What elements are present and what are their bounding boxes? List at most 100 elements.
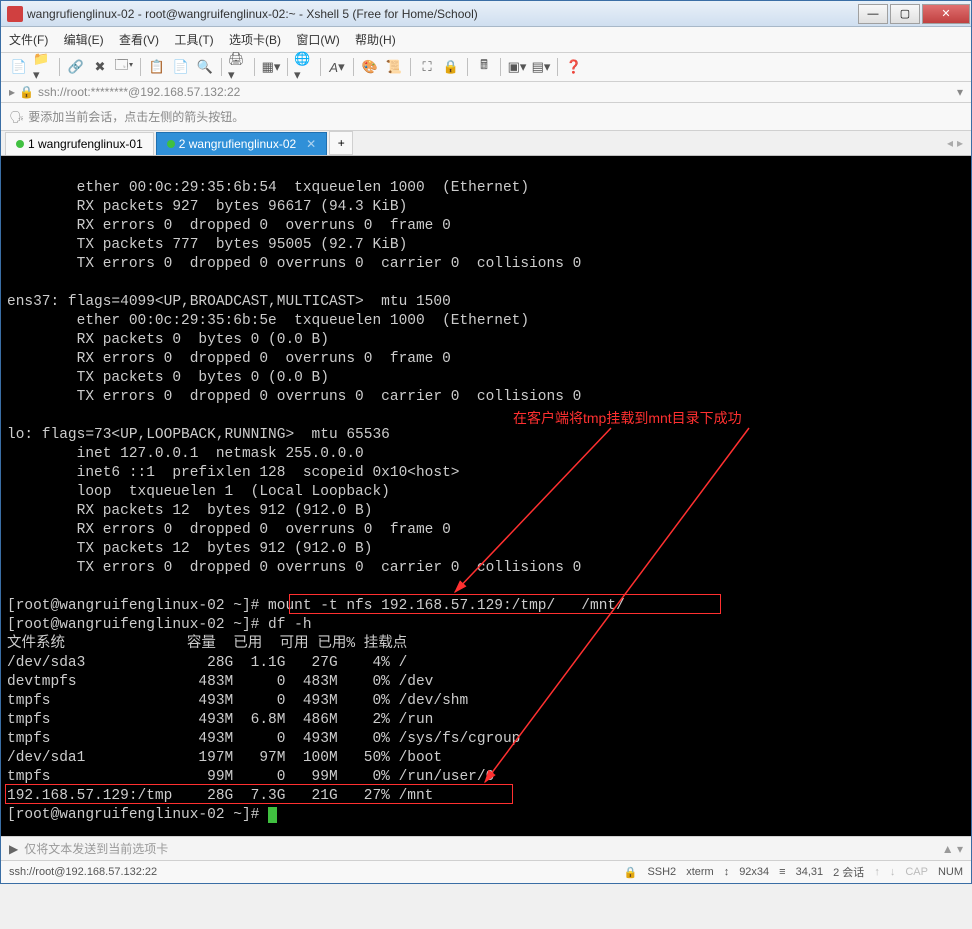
color-icon[interactable]: 🎨: [360, 57, 380, 77]
terminal-line: ether 00:0c:29:35:6b:5e txqueuelen 1000 …: [7, 313, 529, 329]
tab-session-2[interactable]: 2 wangrufienglinux-02 ✕: [156, 132, 327, 155]
tab-prev-icon[interactable]: ◂: [947, 136, 953, 150]
status-ssh-icon: 🔒: [624, 866, 638, 879]
terminal-line: RX packets 0 bytes 0 (0.0 B): [7, 332, 329, 348]
properties-icon[interactable]: 🗔▾: [114, 57, 134, 77]
status-dot-icon: [16, 140, 24, 148]
session-add-icon[interactable]: ▸: [9, 85, 15, 99]
window-title: wangrufienglinux-02 - root@wangruifengli…: [27, 7, 857, 21]
status-term: xterm: [686, 866, 714, 878]
status-connection: ssh://root@192.168.57.132:22: [9, 866, 157, 878]
terminal-line: [root@wangruifenglinux-02 ~]# df -h: [7, 617, 312, 633]
send-dropdown-icon[interactable]: ▲ ▾: [942, 842, 963, 856]
disconnect-icon[interactable]: ✖: [90, 57, 110, 77]
status-dot-icon: [167, 140, 175, 148]
app-icon: [7, 6, 23, 22]
info-icon: 🗣: [9, 110, 24, 124]
find-icon[interactable]: 🔍: [195, 57, 215, 77]
lock-icon: 🔒: [19, 85, 34, 99]
new-session-icon[interactable]: 📄: [9, 57, 29, 77]
info-text: 要添加当前会话，点击左侧的箭头按钮。: [28, 108, 244, 125]
tabbar: 1 wangrufenglinux-01 2 wangrufienglinux-…: [1, 131, 971, 156]
terminal-line: 192.168.57.129:/tmp 28G 7.3G 21G 27% /mn…: [7, 788, 433, 804]
menu-help[interactable]: 帮助(H): [355, 33, 396, 47]
status-sessions: 2 会话: [833, 864, 864, 880]
menubar: 文件(F) 编辑(E) 查看(V) 工具(T) 选项卡(B) 窗口(W) 帮助(…: [1, 27, 971, 53]
status-cap: CAP: [905, 866, 928, 878]
address-text[interactable]: ssh://root:********@192.168.57.132:22: [38, 85, 957, 99]
terminal[interactable]: ether 00:0c:29:35:6b:54 txqueuelen 1000 …: [1, 156, 971, 836]
tab-close-icon[interactable]: ✕: [306, 137, 316, 151]
statusbar: ssh://root@192.168.57.132:22 🔒 SSH2 xter…: [1, 860, 971, 883]
terminal-line: RX errors 0 dropped 0 overruns 0 frame 0: [7, 218, 451, 234]
cursor: [268, 807, 277, 823]
close-button[interactable]: ✕: [922, 4, 970, 24]
titlebar[interactable]: wangrufienglinux-02 - root@wangruifengli…: [1, 1, 971, 27]
menu-file[interactable]: 文件(F): [9, 33, 48, 47]
menu-edit[interactable]: 编辑(E): [64, 33, 104, 47]
terminal-line: tmpfs 493M 0 493M 0% /dev/shm: [7, 693, 468, 709]
terminal-line: ens37: flags=4099<UP,BROADCAST,MULTICAST…: [7, 294, 451, 310]
terminal-line: tmpfs 493M 6.8M 486M 2% /run: [7, 712, 433, 728]
terminal-line: [root@wangruifenglinux-02 ~]# mount -t n…: [7, 598, 625, 614]
paste-icon[interactable]: 📄: [171, 57, 191, 77]
terminal-line: RX packets 927 bytes 96617 (94.3 KiB): [7, 199, 407, 215]
status-up-icon[interactable]: ↑: [874, 866, 880, 878]
copy-icon[interactable]: 📋: [147, 57, 167, 77]
layout-icon[interactable]: ▦▾: [261, 57, 281, 77]
toolbar: 📄 📁▾ 🔗 ✖ 🗔▾ 📋 📄 🔍 🖨▾ ▦▾ 🌐▾ A▾ 🎨 📜 ⛶ 🔒 🖩 …: [1, 53, 971, 82]
terminal-line: RX errors 0 dropped 0 overruns 0 frame 0: [7, 351, 451, 367]
address-dropdown-icon[interactable]: ▾: [957, 85, 963, 99]
globe-icon[interactable]: 🌐▾: [294, 57, 314, 77]
infobar: 🗣 要添加当前会话，点击左侧的箭头按钮。: [1, 103, 971, 131]
status-size: 92x34: [739, 866, 769, 878]
tab-session-1[interactable]: 1 wangrufenglinux-01: [5, 132, 154, 155]
status-down-icon[interactable]: ↓: [890, 866, 896, 878]
terminal-line: TX packets 12 bytes 912 (912.0 B): [7, 541, 372, 557]
terminal-line: inet6 ::1 prefixlen 128 scopeid 0x10<hos…: [7, 465, 459, 481]
tab-next-icon[interactable]: ▸: [957, 136, 963, 150]
open-icon[interactable]: 📁▾: [33, 57, 53, 77]
send-icon[interactable]: ▶: [9, 842, 18, 856]
terminal-line: TX packets 777 bytes 95005 (92.7 KiB): [7, 237, 407, 253]
terminal-line: /dev/sda3 28G 1.1G 27G 4% /: [7, 655, 407, 671]
tab-label: 1 wangrufenglinux-01: [28, 137, 143, 151]
terminal-line: RX packets 12 bytes 912 (912.0 B): [7, 503, 372, 519]
terminal-line: /dev/sda1 197M 97M 100M 50% /boot: [7, 750, 442, 766]
menu-tools[interactable]: 工具(T): [174, 33, 213, 47]
calc-icon[interactable]: 🖩: [474, 57, 494, 77]
print-icon[interactable]: 🖨▾: [228, 57, 248, 77]
lock-icon[interactable]: 🔒: [441, 57, 461, 77]
status-size-icon: ↕: [724, 866, 730, 878]
cascade-icon[interactable]: ▤▾: [531, 57, 551, 77]
terminal-line: TX errors 0 dropped 0 overruns 0 carrier…: [7, 256, 581, 272]
terminal-line: RX errors 0 dropped 0 overruns 0 frame 0: [7, 522, 451, 538]
terminal-line: inet 127.0.0.1 netmask 255.0.0.0: [7, 446, 364, 462]
tab-label: 2 wangrufienglinux-02: [179, 137, 296, 151]
terminal-line: devtmpfs 483M 0 483M 0% /dev: [7, 674, 433, 690]
terminal-line: TX errors 0 dropped 0 overruns 0 carrier…: [7, 560, 581, 576]
terminal-line: lo: flags=73<UP,LOOPBACK,RUNNING> mtu 65…: [7, 427, 390, 443]
terminal-line: loop txqueuelen 1 (Local Loopback): [7, 484, 390, 500]
terminal-line: [root@wangruifenglinux-02 ~]#: [7, 807, 277, 823]
script-icon[interactable]: 📜: [384, 57, 404, 77]
help-icon[interactable]: ❓: [564, 57, 584, 77]
addressbar: ▸ 🔒 ssh://root:********@192.168.57.132:2…: [1, 82, 971, 103]
menu-view[interactable]: 查看(V): [119, 33, 159, 47]
fullscreen-icon[interactable]: ⛶: [417, 57, 437, 77]
annotation-text: 在客户端将tmp挂载到mnt目录下成功: [513, 409, 742, 428]
font-icon[interactable]: A▾: [327, 57, 347, 77]
minimize-button[interactable]: —: [858, 4, 888, 24]
status-num: NUM: [938, 866, 963, 878]
send-bar: ▶ 仅将文本发送到当前选项卡 ▲ ▾: [1, 836, 971, 860]
reconnect-icon[interactable]: 🔗: [66, 57, 86, 77]
maximize-button[interactable]: ▢: [890, 4, 920, 24]
menu-window[interactable]: 窗口(W): [296, 33, 339, 47]
menu-tabs[interactable]: 选项卡(B): [229, 33, 281, 47]
status-pos: 34,31: [796, 866, 824, 878]
send-text[interactable]: 仅将文本发送到当前选项卡: [24, 840, 936, 857]
new-tab-button[interactable]: +: [329, 131, 353, 155]
terminal-line: TX errors 0 dropped 0 overruns 0 carrier…: [7, 389, 581, 405]
tile-icon[interactable]: ▣▾: [507, 57, 527, 77]
terminal-line: ether 00:0c:29:35:6b:54 txqueuelen 1000 …: [7, 180, 529, 196]
